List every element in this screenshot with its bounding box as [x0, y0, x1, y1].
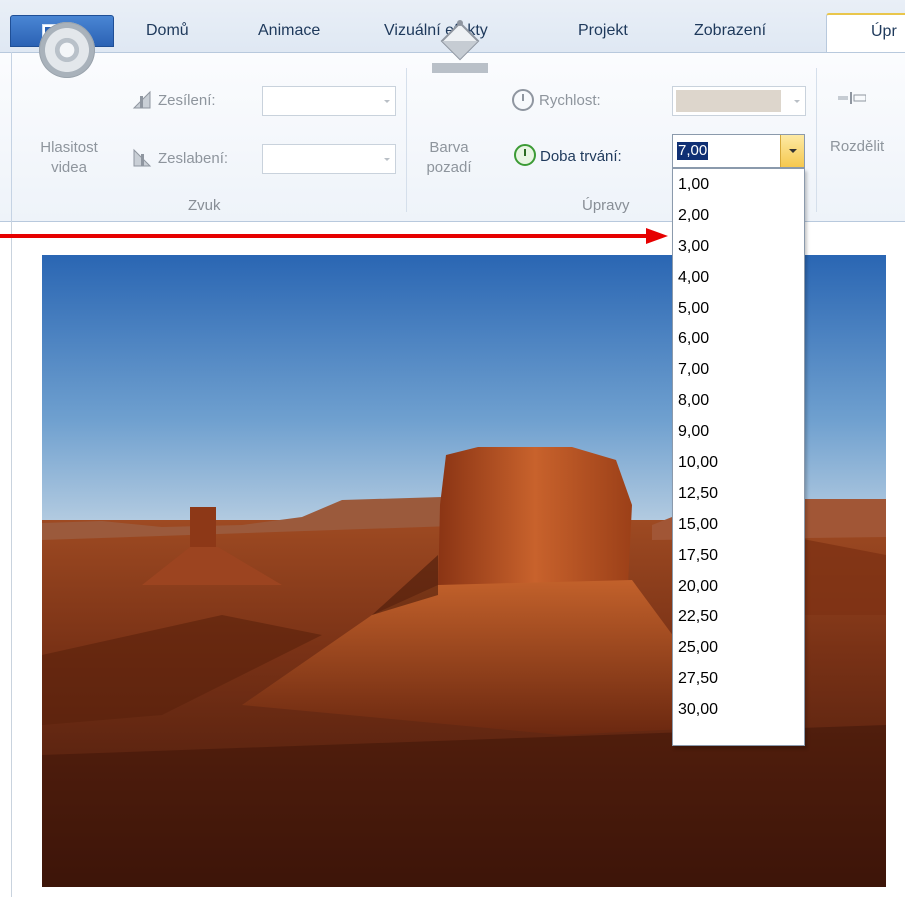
duration-dropdown-button[interactable] [780, 135, 804, 167]
speed-label: Rychlost: [539, 92, 601, 109]
group-separator [406, 68, 407, 212]
speed-select[interactable] [672, 86, 806, 116]
duration-option[interactable]: 9,00 [673, 416, 804, 447]
ribbon-left-edge [0, 52, 12, 222]
tab-home[interactable]: Domů [146, 22, 189, 40]
tab-project[interactable]: Projekt [578, 22, 628, 40]
duration-option[interactable]: 15,00 [673, 509, 804, 540]
duration-option[interactable]: 27,50 [673, 663, 804, 694]
annotation-arrow [0, 228, 668, 244]
speed-value-box [676, 90, 781, 112]
speaker-icon[interactable] [39, 22, 95, 78]
chevron-down-icon [788, 149, 797, 153]
duration-option[interactable]: 5,00 [673, 293, 804, 324]
duration-combobox[interactable]: 7,00 [672, 134, 805, 168]
speed-icon [512, 89, 534, 111]
bg-color-label[interactable]: Barva pozadí [414, 138, 484, 178]
duration-option[interactable]: 4,00 [673, 262, 804, 293]
chevron-down-icon [378, 145, 395, 173]
duration-option[interactable]: 2,00 [673, 200, 804, 231]
group-label-sound: Zvuk [188, 197, 221, 214]
fade-in-icon [132, 90, 151, 109]
duration-input[interactable]: 7,00 [677, 142, 709, 160]
duration-option[interactable]: 20,00 [673, 571, 804, 602]
preview-left-border [11, 222, 12, 897]
duration-dropdown-list: 1,00 2,00 3,00 4,00 5,00 6,00 7,00 8,00 … [672, 168, 805, 746]
duration-option[interactable]: 3,00 [673, 231, 804, 262]
duration-option[interactable]: 8,00 [673, 385, 804, 416]
fade-out-select[interactable] [262, 144, 396, 174]
tab-edit[interactable]: Úpr [826, 13, 905, 54]
duration-option[interactable]: 17,50 [673, 540, 804, 571]
paint-bucket-icon[interactable] [432, 17, 488, 75]
fade-in-label: Zesílení: [158, 92, 216, 109]
duration-icon [514, 144, 536, 166]
tab-view[interactable]: Zobrazení [694, 22, 766, 40]
duration-option[interactable]: 7,00 [673, 354, 804, 385]
fade-out-icon [133, 148, 152, 167]
duration-option[interactable]: 25,00 [673, 632, 804, 663]
duration-option[interactable]: 30,00 [673, 694, 804, 725]
chevron-down-icon [788, 87, 805, 115]
split-icon [838, 92, 866, 104]
duration-label: Doba trvání: [540, 148, 622, 165]
duration-option[interactable]: 10,00 [673, 447, 804, 478]
duration-option[interactable]: 22,50 [673, 601, 804, 632]
duration-option[interactable]: 6,00 [673, 323, 804, 354]
chevron-down-icon [378, 87, 395, 115]
fade-in-select[interactable] [262, 86, 396, 116]
video-volume-label[interactable]: Hlasitost videa [24, 138, 114, 178]
group-label-edit: Úpravy [582, 197, 630, 214]
fade-out-label: Zeslabení: [158, 150, 229, 167]
split-label[interactable]: Rozdělit [830, 138, 884, 155]
duration-option[interactable]: 12,50 [673, 478, 804, 509]
tab-animations[interactable]: Animace [258, 22, 320, 40]
tab-edit-label: Úpr [871, 23, 897, 40]
duration-option[interactable]: 1,00 [673, 169, 804, 200]
group-separator [816, 68, 817, 212]
